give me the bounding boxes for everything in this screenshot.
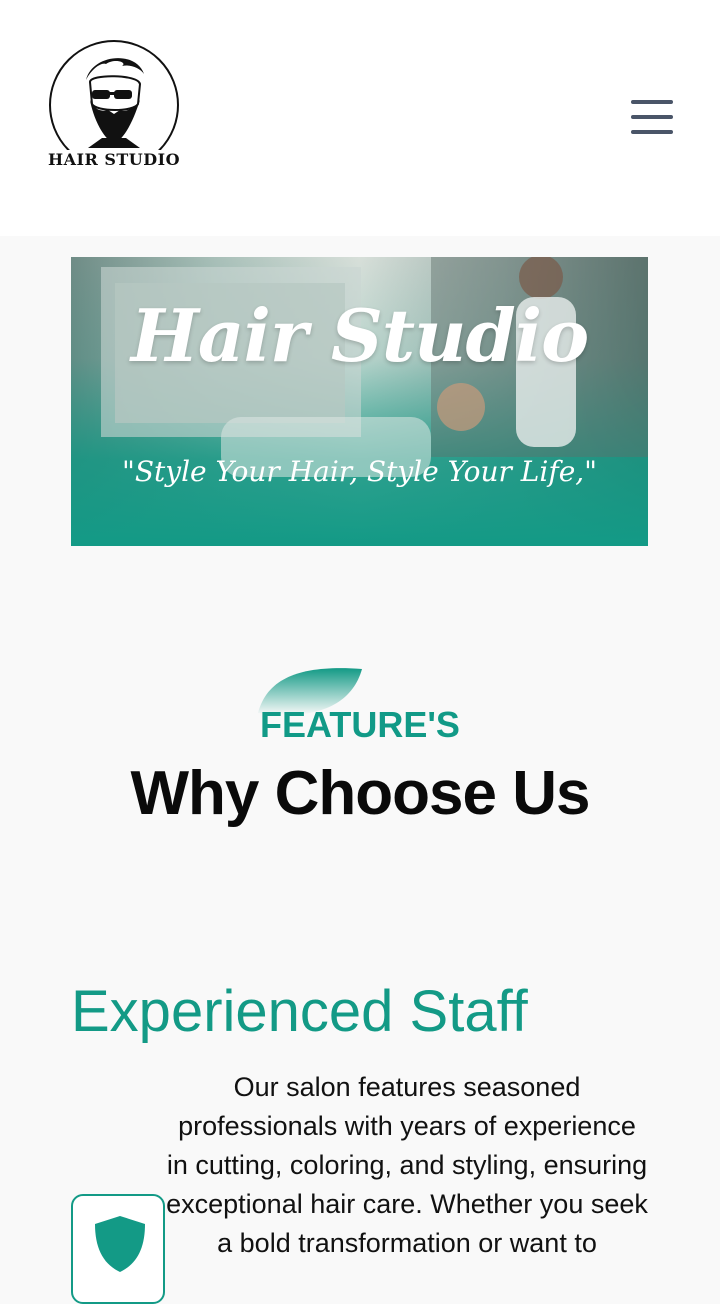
hamburger-menu-button[interactable]	[626, 96, 678, 138]
site-header: HAIR STUDIO	[0, 0, 720, 236]
shield-icon	[95, 1216, 145, 1272]
feature-description: Our salon features seasoned professional…	[166, 1072, 648, 1258]
feature-icon-box	[71, 1194, 165, 1304]
section-title: Why Choose Us	[130, 759, 591, 828]
menu-bar	[631, 100, 673, 104]
feature-title: Experienced Staff	[71, 979, 528, 1044]
section-eyebrow: FEATURE'S	[260, 704, 460, 745]
logo-text: HAIR STUDIO	[47, 150, 181, 169]
hero-title: Hair Studio	[130, 293, 589, 378]
site-logo[interactable]: HAIR STUDIO	[44, 40, 184, 180]
menu-bar	[631, 130, 673, 134]
hero-banner: Hair Studio "Style Your Hair, Style Your…	[71, 257, 648, 546]
menu-bar	[631, 115, 673, 119]
barber-logo-icon	[49, 40, 179, 170]
hero-tagline: "Style Your Hair, Style Your Life,"	[121, 455, 598, 488]
